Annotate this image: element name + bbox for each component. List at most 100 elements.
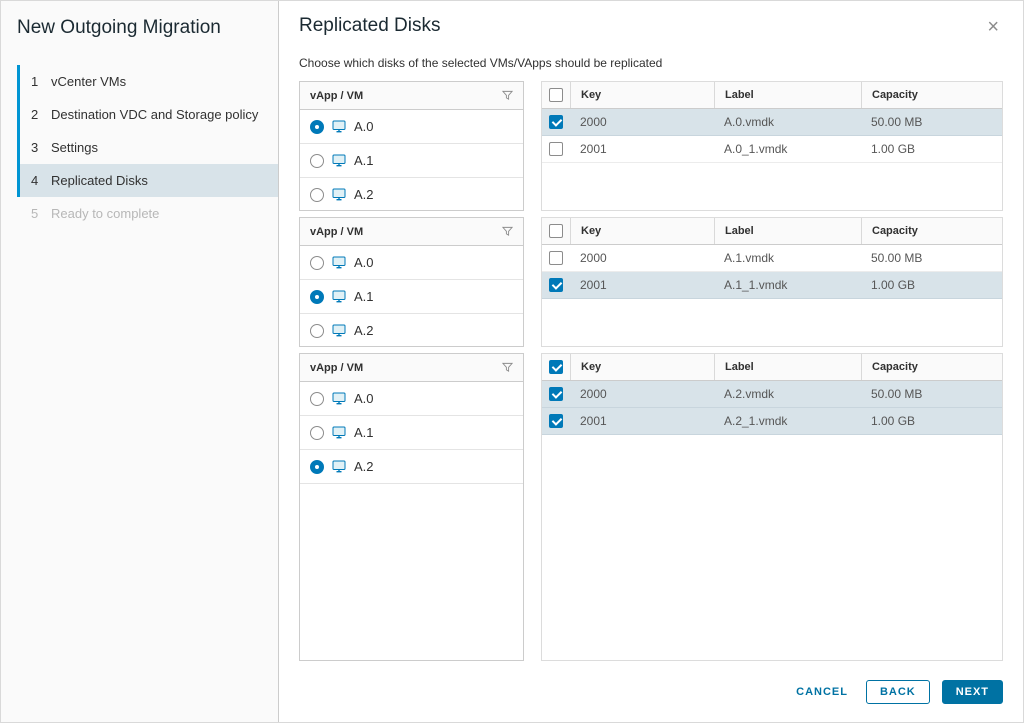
column-header-key: Key	[570, 354, 714, 380]
vm-icon	[332, 324, 346, 337]
column-header-capacity: Capacity	[861, 354, 1002, 380]
column-header-capacity: Capacity	[861, 218, 1002, 244]
vm-radio[interactable]	[310, 460, 324, 474]
step-vcenter-vms[interactable]: 1 vCenter VMs	[17, 65, 278, 98]
vm-list-header: vApp / VM	[300, 218, 523, 246]
vm-list-item[interactable]: A.2	[300, 314, 523, 347]
step-number: 5	[31, 206, 41, 221]
wizard-steps: 1 vCenter VMs 2 Destination VDC and Stor…	[1, 65, 278, 230]
step-number: 1	[31, 74, 41, 89]
disk-row[interactable]: 2000 A.2.vmdk 50.00 MB	[542, 381, 1002, 408]
vm-list-item[interactable]: A.0	[300, 110, 523, 144]
vm-list-item[interactable]: A.0	[300, 382, 523, 416]
vm-label: A.1	[354, 289, 374, 304]
vm-radio[interactable]	[310, 154, 324, 168]
vm-radio[interactable]	[310, 256, 324, 270]
disk-key: 2001	[570, 272, 714, 298]
disk-capacity: 50.00 MB	[861, 109, 1002, 135]
vapp-vm-list: vApp / VM A.0 A.1	[299, 353, 524, 661]
next-button[interactable]: NEXT	[942, 680, 1003, 704]
vm-list-item[interactable]: A.2	[300, 450, 523, 484]
vm-list-header-label: vApp / VM	[310, 226, 363, 238]
disk-key: 2000	[570, 109, 714, 135]
step-ready-to-complete: 5 Ready to complete	[17, 197, 278, 230]
disk-row[interactable]: 2000 A.0.vmdk 50.00 MB	[542, 109, 1002, 136]
vapp-vm-list: vApp / VM A.0 A.1	[299, 81, 524, 211]
table-header: Key Label Capacity	[542, 82, 1002, 109]
vm-radio[interactable]	[310, 120, 324, 134]
vm-list-header-label: vApp / VM	[310, 362, 363, 374]
column-header-key: Key	[570, 218, 714, 244]
vm-radio[interactable]	[310, 324, 324, 338]
step-replicated-disks[interactable]: 4 Replicated Disks	[17, 164, 278, 197]
page-subtitle: Choose which disks of the selected VMs/V…	[299, 56, 1003, 70]
vm-radio[interactable]	[310, 426, 324, 440]
disk-label: A.2.vmdk	[714, 381, 861, 407]
disk-checkbox[interactable]	[549, 278, 563, 292]
vm-icon	[332, 426, 346, 439]
step-settings[interactable]: 3 Settings	[17, 131, 278, 164]
disk-capacity: 50.00 MB	[861, 245, 1002, 271]
disk-checkbox[interactable]	[549, 414, 563, 428]
disk-section: vApp / VM A.0 A.1	[299, 217, 1003, 347]
vm-list-item[interactable]: A.1	[300, 144, 523, 178]
disk-section: vApp / VM A.0 A.1	[299, 81, 1003, 211]
column-header-key: Key	[570, 82, 714, 108]
disk-label: A.1_1.vmdk	[714, 272, 861, 298]
vapp-vm-list: vApp / VM A.0 A.1	[299, 217, 524, 347]
page-title: Replicated Disks	[299, 15, 441, 37]
disk-key: 2000	[570, 381, 714, 407]
vm-icon	[332, 460, 346, 473]
step-label: Destination VDC and Storage policy	[51, 107, 258, 122]
wizard-footer: CANCEL BACK NEXT	[299, 668, 1003, 704]
vm-list-item[interactable]: A.2	[300, 178, 523, 211]
column-header-label: Label	[714, 354, 861, 380]
vm-label: A.2	[354, 187, 374, 202]
disk-table: Key Label Capacity 2000 A.2.vmdk 50.00 M…	[541, 353, 1003, 661]
filter-icon[interactable]	[502, 362, 513, 373]
vm-list-item[interactable]: A.1	[300, 416, 523, 450]
step-number: 3	[31, 140, 41, 155]
wizard-sidebar: New Outgoing Migration 1 vCenter VMs 2 D…	[1, 1, 279, 722]
step-label: Replicated Disks	[51, 173, 148, 188]
disk-checkbox[interactable]	[549, 115, 563, 129]
vm-icon	[332, 290, 346, 303]
vm-list-header-label: vApp / VM	[310, 90, 363, 102]
step-number: 2	[31, 107, 41, 122]
step-destination-vdc[interactable]: 2 Destination VDC and Storage policy	[17, 98, 278, 131]
vm-list-header: vApp / VM	[300, 82, 523, 110]
disk-row[interactable]: 2001 A.1_1.vmdk 1.00 GB	[542, 272, 1002, 299]
disk-checkbox[interactable]	[549, 142, 563, 156]
vm-label: A.0	[354, 391, 374, 406]
disk-sections: vApp / VM A.0 A.1	[299, 81, 1003, 661]
select-all-checkbox[interactable]	[549, 360, 563, 374]
disk-row[interactable]: 2001 A.2_1.vmdk 1.00 GB	[542, 408, 1002, 435]
close-icon[interactable]: ×	[983, 15, 1003, 39]
disk-checkbox[interactable]	[549, 251, 563, 265]
step-label: Ready to complete	[51, 206, 159, 221]
filter-icon[interactable]	[502, 226, 513, 237]
vm-list-header: vApp / VM	[300, 354, 523, 382]
vm-list-item[interactable]: A.0	[300, 246, 523, 280]
vm-radio[interactable]	[310, 188, 324, 202]
back-button[interactable]: BACK	[866, 680, 930, 704]
disk-key: 2000	[570, 245, 714, 271]
column-header-capacity: Capacity	[861, 82, 1002, 108]
vm-label: A.2	[354, 323, 374, 338]
select-all-checkbox[interactable]	[549, 88, 563, 102]
disk-capacity: 1.00 GB	[861, 136, 1002, 162]
wizard-title: New Outgoing Migration	[17, 17, 278, 39]
vm-list-item[interactable]: A.1	[300, 280, 523, 314]
disk-row[interactable]: 2001 A.0_1.vmdk 1.00 GB	[542, 136, 1002, 163]
step-number: 4	[31, 173, 41, 188]
select-all-checkbox[interactable]	[549, 224, 563, 238]
filter-icon[interactable]	[502, 90, 513, 101]
cancel-button[interactable]: CANCEL	[790, 680, 854, 704]
vm-radio[interactable]	[310, 392, 324, 406]
disk-row[interactable]: 2000 A.1.vmdk 50.00 MB	[542, 245, 1002, 272]
vm-radio[interactable]	[310, 290, 324, 304]
disk-table: Key Label Capacity 2000 A.0.vmdk 50.00 M…	[541, 81, 1003, 211]
disk-checkbox[interactable]	[549, 387, 563, 401]
disk-table: Key Label Capacity 2000 A.1.vmdk 50.00 M…	[541, 217, 1003, 347]
disk-key: 2001	[570, 408, 714, 434]
